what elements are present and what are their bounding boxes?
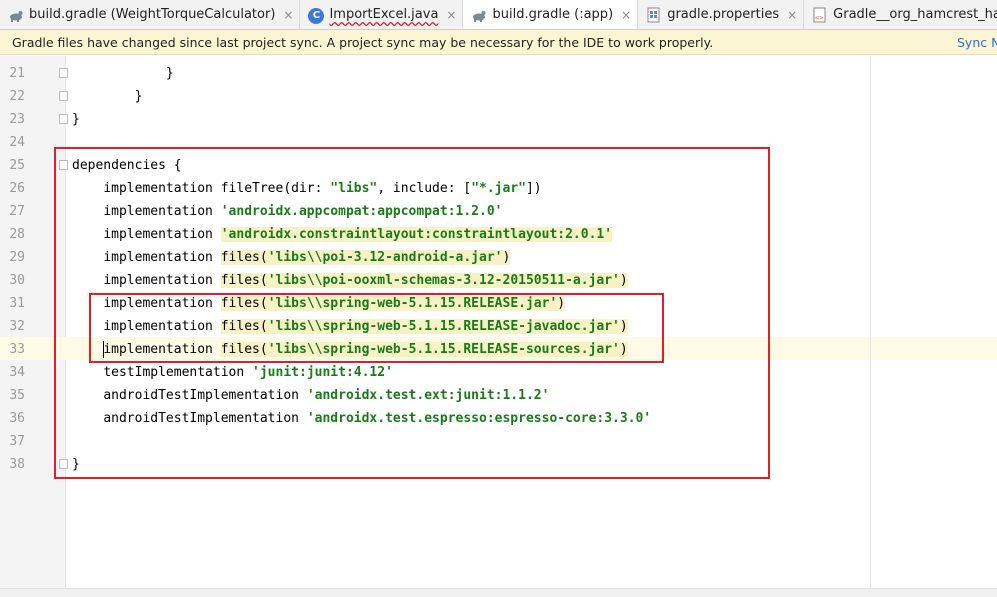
code-text: implementation 'androidx.constraintlayou… — [103, 227, 613, 242]
fold-marker-icon[interactable] — [59, 91, 68, 101]
tab-label: build.gradle (WeightTorqueCalculator) — [29, 7, 276, 22]
fold-marker-icon[interactable] — [59, 68, 68, 78]
code-text: dependencies { — [72, 158, 182, 173]
line-number: 30 — [9, 273, 25, 288]
code-line: 38} — [0, 453, 997, 476]
code-line: 31 implementation files('libs\\spring-we… — [0, 292, 997, 315]
code-text: implementation files('libs\\poi-3.12-and… — [103, 250, 511, 265]
code-line: 24 — [0, 131, 997, 154]
line-number: 36 — [9, 411, 25, 426]
code-line: 33 implementation files('libs\\spring-we… — [0, 338, 997, 361]
properties-file-icon — [646, 7, 662, 23]
line-number: 24 — [9, 135, 25, 150]
line-number: 29 — [9, 250, 25, 265]
code-line: 23} — [0, 108, 997, 131]
sync-now-link[interactable]: Sync N — [957, 30, 997, 55]
sync-notification-message: Gradle files have changed since last pro… — [12, 35, 714, 50]
fold-marker-icon[interactable] — [59, 114, 68, 124]
line-number: 21 — [9, 66, 25, 81]
code-line: 29 implementation files('libs\\poi-3.12-… — [0, 246, 997, 269]
close-tab-icon[interactable]: × — [787, 8, 797, 22]
code-text: implementation fileTree(dir: "libs", inc… — [103, 181, 542, 196]
tab-label: build.gradle (:app) — [492, 7, 614, 22]
code-text: implementation files('libs\\poi-ooxml-sc… — [103, 273, 628, 288]
library-xml-icon: <> — [812, 7, 828, 23]
code-line: 27 implementation 'androidx.appcompat:ap… — [0, 200, 997, 223]
editor-tab-1[interactable]: build.gradle (WeightTorqueCalculator) × — [0, 0, 301, 29]
tab-label: Gradle__org_hamcrest_hamcrest_librar — [833, 7, 997, 22]
gradle-icon — [8, 7, 24, 23]
editor-tab-bar: build.gradle (WeightTorqueCalculator) × C I… — [0, 0, 997, 30]
code-line: 37 — [0, 430, 997, 453]
line-number: 31 — [9, 296, 25, 311]
line-number: 32 — [9, 319, 25, 334]
line-number: 34 — [9, 365, 25, 380]
svg-text:<>: <> — [815, 14, 823, 22]
gradle-icon — [471, 7, 487, 23]
code-line: 25 dependencies { — [0, 154, 997, 177]
line-number: 33 — [9, 342, 25, 357]
line-number: 28 — [9, 227, 25, 242]
java-class-icon: C — [308, 7, 325, 24]
line-number: 38 — [9, 457, 25, 472]
code-text: implementation files('libs\\spring-web-5… — [103, 296, 566, 311]
sync-notification-banner: Gradle files have changed since last pro… — [0, 30, 997, 55]
line-number: 37 — [9, 434, 25, 449]
tab-label: gradle.properties — [667, 7, 780, 22]
code-text: testImplementation 'junit:junit:4.12' — [103, 365, 393, 380]
fold-marker-icon[interactable] — [59, 459, 68, 469]
code-line: 35 androidTestImplementation 'androidx.t… — [0, 384, 997, 407]
tab-label: ImportExcel.java — [329, 7, 439, 22]
line-number: 26 — [9, 181, 25, 196]
line-number: 22 — [9, 89, 25, 104]
code-line: 36 androidTestImplementation 'androidx.t… — [0, 407, 997, 430]
horizontal-scrollbar[interactable] — [0, 588, 997, 597]
code-line: 26 implementation fileTree(dir: "libs", … — [0, 177, 997, 200]
editor-tab-3[interactable]: build.gradle (:app) × — [463, 0, 639, 29]
line-number: 35 — [9, 388, 25, 403]
code-line: 34 testImplementation 'junit:junit:4.12' — [0, 361, 997, 384]
code-text: implementation 'androidx.appcompat:appco… — [103, 204, 503, 219]
line-number: 27 — [9, 204, 25, 219]
fold-marker-icon[interactable] — [59, 160, 68, 170]
code-text: } — [72, 112, 80, 127]
code-text: } — [165, 66, 174, 81]
code-editor[interactable]: 21 } 22 } 23} 24 25 dependencies {26 implemen… — [0, 56, 997, 597]
close-tab-icon[interactable]: × — [283, 8, 293, 22]
code-line: 28 implementation 'androidx.constraintla… — [0, 223, 997, 246]
code-line: 22 } — [0, 85, 997, 108]
code-line: 21 } — [0, 62, 997, 85]
code-line: 32 implementation files('libs\\spring-we… — [0, 315, 997, 338]
line-number: 25 — [9, 158, 25, 173]
text-caret — [103, 341, 104, 358]
code-text: androidTestImplementation 'androidx.test… — [103, 411, 652, 426]
code-text: implementation files('libs\\spring-web-5… — [103, 342, 628, 357]
close-tab-icon[interactable]: × — [621, 8, 631, 22]
line-number: 23 — [9, 112, 25, 127]
editor-tab-4[interactable]: gradle.properties × — [638, 0, 805, 29]
code-text: implementation files('libs\\spring-web-5… — [103, 319, 628, 334]
code-text: } — [134, 89, 143, 104]
code-text: androidTestImplementation 'androidx.test… — [103, 388, 550, 403]
editor-tab-2[interactable]: C ImportExcel.java × — [300, 0, 464, 29]
editor-tab-5[interactable]: <> Gradle__org_hamcrest_hamcrest_librar — [804, 0, 997, 29]
code-line: 30 implementation files('libs\\poi-ooxml… — [0, 269, 997, 292]
code-text: } — [72, 457, 80, 472]
close-tab-icon[interactable]: × — [446, 8, 456, 22]
